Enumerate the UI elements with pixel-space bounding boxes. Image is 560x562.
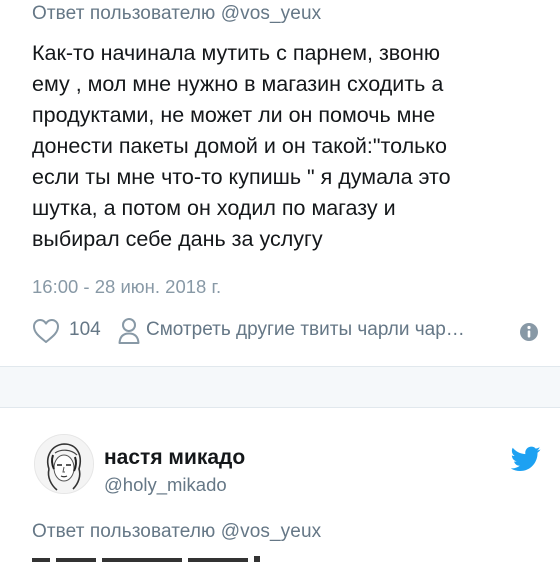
reply-to-label: Ответ пользователю @vos_yeux [32,3,321,25]
tweet-separator [0,367,560,408]
info-icon[interactable] [519,322,539,342]
tweet-text-line: выбирал себе дань за услугу [32,227,323,251]
twitter-bird-icon[interactable] [511,446,541,472]
avatar[interactable] [34,434,94,494]
tweet-card[interactable]: Ответ пользователю @vos_yeux Как-то начи… [0,0,560,367]
reply-to-label: Ответ пользователю @vos_yeux [32,521,321,543]
heart-outline-icon[interactable] [32,318,60,344]
reply-to-handle[interactable]: @vos_yeux [221,521,321,542]
tweet-text-line: Как-то начинала мутить с парнем, звоню [32,41,440,65]
reply-to-handle[interactable]: @vos_yeux [221,3,321,24]
like-count: 104 [69,319,101,340]
more-tweets-link[interactable]: Смотреть другие твиты чарли чар… [146,319,465,341]
user-handle[interactable]: @holy_mikado [104,474,227,496]
display-name[interactable]: настя микадо [104,446,245,470]
reply-to-prefix: Ответ пользователю [32,521,216,542]
cut-off-text [32,556,260,562]
reply-to-prefix: Ответ пользователю [32,3,216,24]
tweet-text-line: продуктами, не может ли он помочь мне [32,103,436,127]
tweet-card[interactable]: настя микадо @holy_mikado Ответ пользова… [0,408,560,562]
tweet-text-line: если ты мне что-то купишь " я думала это [32,165,451,189]
tweet-actions: 104 Смотреть другие твиты чарли чар… [32,316,552,346]
tweet-text-line: ему , мол мне нужно в магазин сходить а [32,72,444,96]
person-outline-icon [118,318,140,344]
tweet-text-line: донести пакеты домой и он такой:"только [32,134,447,158]
tweet-text: Как-то начинала мутить с парнем, звоню е… [32,38,542,255]
tweet-timestamp[interactable]: 16:00 - 28 июн. 2018 г. [32,276,221,298]
tweet-text-line: шутка, а потом он ходил по магазу и [32,196,396,220]
